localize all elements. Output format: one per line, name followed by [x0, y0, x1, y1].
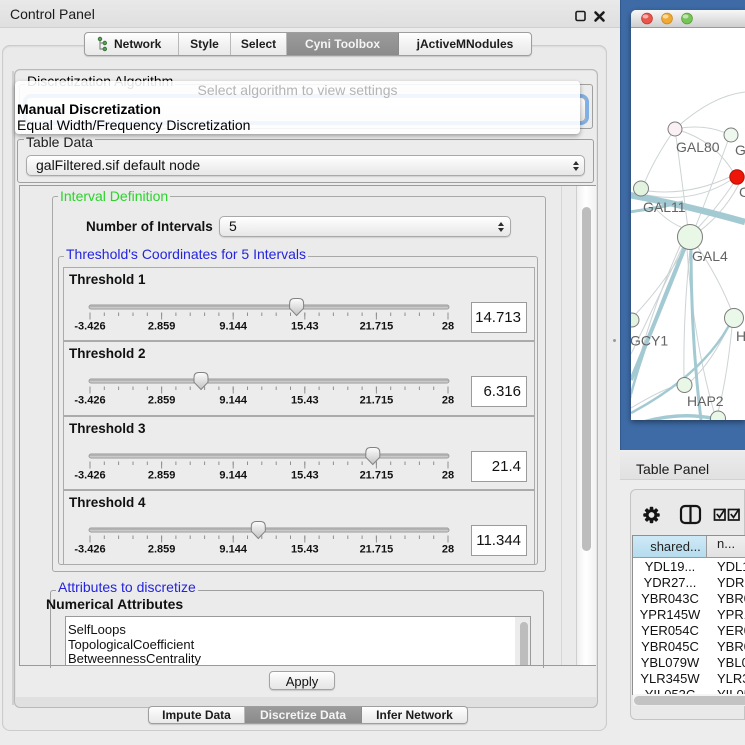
svg-text:28: 28 [442, 395, 454, 407]
svg-text:2.859: 2.859 [148, 469, 176, 481]
svg-text:21.715: 21.715 [360, 395, 394, 407]
svg-text:15.43: 15.43 [291, 395, 319, 407]
svg-text:GCY1: GCY1 [631, 333, 668, 349]
svg-text:2.859: 2.859 [148, 320, 176, 332]
svg-text:9.144: 9.144 [219, 469, 247, 481]
svg-text:-3.426: -3.426 [74, 320, 105, 332]
svg-text:GA: GA [735, 142, 745, 158]
svg-text:GAL80: GAL80 [676, 139, 720, 155]
svg-text:28: 28 [442, 544, 454, 556]
svg-text:21.715: 21.715 [360, 544, 394, 556]
svg-text:GAL4: GAL4 [692, 248, 728, 264]
svg-text:9.144: 9.144 [219, 395, 247, 407]
svg-text:15.43: 15.43 [291, 320, 319, 332]
svg-text:2.859: 2.859 [148, 395, 176, 407]
svg-text:9.144: 9.144 [219, 320, 247, 332]
svg-text:15.43: 15.43 [291, 544, 319, 556]
svg-text:-3.426: -3.426 [74, 395, 105, 407]
svg-text:21.715: 21.715 [360, 469, 394, 481]
svg-text:-3.426: -3.426 [74, 544, 105, 556]
svg-text:GAL11: GAL11 [643, 199, 686, 215]
svg-text:CA: CA [739, 184, 745, 200]
svg-text:2.859: 2.859 [148, 544, 176, 556]
svg-text:28: 28 [442, 320, 454, 332]
svg-text:-3.426: -3.426 [74, 469, 105, 481]
svg-text:HAP2: HAP2 [687, 393, 724, 409]
svg-text:15.43: 15.43 [291, 469, 319, 481]
svg-text:21.715: 21.715 [360, 320, 394, 332]
svg-text:9.144: 9.144 [219, 544, 247, 556]
svg-text:28: 28 [442, 469, 454, 481]
svg-text:HI: HI [736, 328, 745, 344]
